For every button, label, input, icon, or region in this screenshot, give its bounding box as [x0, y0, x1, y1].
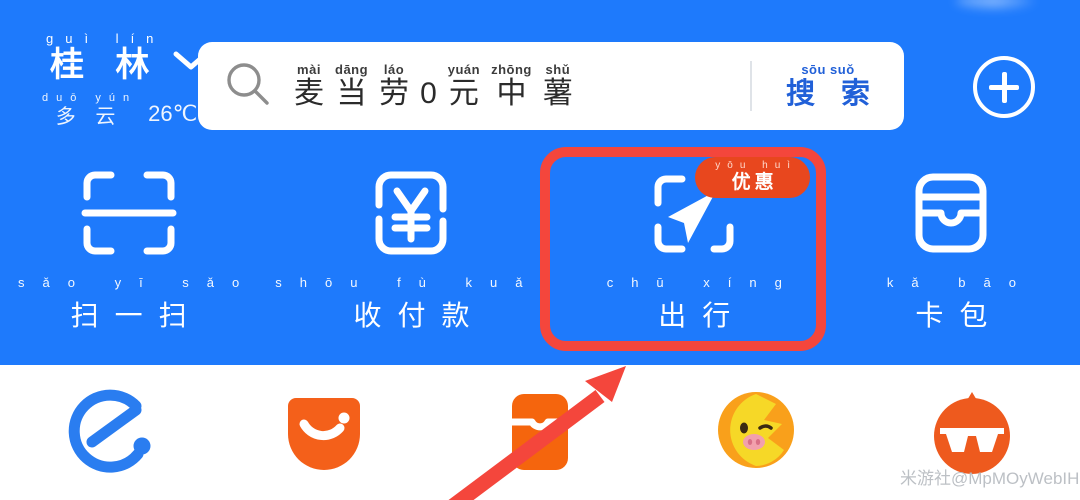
temperature-value: 26℃ — [148, 100, 198, 126]
alipay-home-screen: guì lín 桂 林 duō yún 多 云 26℃ mài 麦 dāng 当… — [0, 0, 1080, 500]
travel-plane-scan-icon: yōu huì 优惠 — [642, 157, 811, 261]
app-shortcut-cards[interactable] — [432, 380, 648, 485]
quick-action-wallet-pinyin: kǎ bāo — [886, 275, 1034, 290]
watermark: 米游社@MpMOyWebIHIfO — [900, 469, 1080, 488]
weather-row[interactable]: duō yún 多 云 26℃ — [34, 91, 209, 128]
quick-action-pay[interactable]: shōu fù kuǎn 收付款 — [257, 165, 565, 334]
search-query-char-3: 0 — [420, 76, 437, 110]
promo-badge-pinyin: yōu huì — [715, 160, 798, 171]
city-weather-block[interactable]: guì lín 桂 林 duō yún 多 云 26℃ — [34, 32, 209, 128]
city-name: guì lín 桂 林 — [34, 32, 165, 84]
quick-action-travel-caption: chū xíng 出行 — [589, 275, 800, 334]
promo-badge: yōu huì 优惠 — [695, 157, 811, 198]
city-row[interactable]: guì lín 桂 林 — [34, 32, 209, 84]
search-query-char-label-2: 劳 — [379, 76, 410, 110]
quick-action-grid: sǎo yī sǎo 扫一扫 shōu fù kuǎn 收付款 yōu huì … — [0, 157, 1080, 334]
search-query-pinyin-4: yuán — [447, 61, 481, 77]
search-query-pinyin-0: mài — [297, 61, 321, 77]
quick-action-scan-label: 扫一扫 — [70, 300, 203, 331]
search-bar[interactable]: mài 麦 dāng 当 láo 劳 0 yuán 元 zhōng 中 shǔ 薯 sōu suǒ 搜 … — [198, 42, 904, 130]
card-wallet-icon — [899, 165, 1003, 261]
quick-action-scan-pinyin: sǎo yī sǎo — [18, 275, 258, 290]
search-query-char-label-1: 当 — [336, 76, 367, 110]
app-shortcut-eleme[interactable] — [0, 380, 216, 485]
search-query-pinyin-1: dāng — [335, 61, 369, 77]
search-icon — [222, 58, 274, 115]
quick-action-wallet-caption: kǎ bāo 卡包 — [869, 275, 1034, 334]
quick-action-scan[interactable]: sǎo yī sǎo 扫一扫 — [0, 165, 257, 334]
app-shortcut-koubei[interactable] — [216, 380, 432, 485]
scan-qr-icon — [77, 165, 181, 261]
search-query-char-6: shǔ 薯 — [543, 63, 573, 110]
weather-condition: duō yún 多 云 — [34, 91, 138, 128]
search-query-char-4: yuán 元 — [448, 63, 480, 110]
search-query-char-2: láo 劳 — [379, 63, 409, 110]
search-query-char-1: dāng 当 — [335, 63, 368, 110]
weather-pinyin: duō yún — [42, 91, 138, 104]
search-query-pinyin-2: láo — [383, 61, 405, 77]
quick-action-pay-caption: shōu fù kuǎn 收付款 — [257, 275, 565, 334]
eleme-logo-icon — [58, 380, 158, 485]
winking-pig-icon — [706, 380, 806, 485]
quick-action-pay-label: 收付款 — [353, 300, 486, 331]
koubei-smile-icon — [274, 380, 374, 485]
search-query-char-label-5: 中 — [496, 76, 527, 110]
yuan-payment-icon — [359, 165, 463, 261]
orange-wallet-icon — [490, 380, 590, 485]
quick-action-travel-label: 出行 — [658, 300, 747, 331]
quick-action-wallet-label: 卡包 — [915, 300, 1004, 331]
search-query-char-label-4: 元 — [448, 76, 479, 110]
add-button[interactable] — [973, 56, 1035, 118]
search-query-char-5: zhōng 中 — [491, 63, 532, 110]
quick-action-travel-pinyin: chū xíng — [606, 275, 800, 290]
promo-badge-label: 优惠 — [731, 172, 778, 193]
quick-action-pay-pinyin: shōu fù kuǎn — [275, 275, 566, 290]
search-input[interactable]: mài 麦 dāng 当 láo 劳 0 yuán 元 zhōng 中 shǔ 薯 — [294, 63, 750, 110]
status-bar-artifact — [955, 0, 1035, 8]
search-query-char-label-6: 薯 — [542, 76, 573, 110]
header-panel: guì lín 桂 林 duō yún 多 云 26℃ mài 麦 dāng 当… — [0, 0, 1080, 365]
quick-action-wallet[interactable]: kǎ bāo 卡包 — [823, 165, 1080, 334]
search-button[interactable]: sōu suǒ 搜 索 — [752, 42, 904, 130]
search-query-char-0: mài 麦 — [294, 63, 324, 110]
city-pinyin: guì lín — [46, 31, 166, 46]
search-button-label: 搜 索 — [785, 77, 880, 110]
search-query-pinyin-5: zhōng — [491, 61, 532, 77]
app-shortcut-piggy[interactable] — [648, 380, 864, 485]
search-query-char-label-0: 麦 — [294, 76, 324, 110]
search-button-pinyin: sōu suǒ — [801, 61, 855, 77]
quick-action-travel[interactable]: yōu huì 优惠 chū xíng 出行 — [566, 157, 823, 334]
city-label: 桂 林 — [49, 46, 161, 84]
search-button-text: sōu suǒ 搜 索 — [777, 63, 879, 109]
quick-action-scan-caption: sǎo yī sǎo 扫一扫 — [0, 275, 257, 334]
search-query-pinyin-6: shǔ — [545, 61, 571, 77]
weather-label: 多 云 — [55, 105, 123, 128]
